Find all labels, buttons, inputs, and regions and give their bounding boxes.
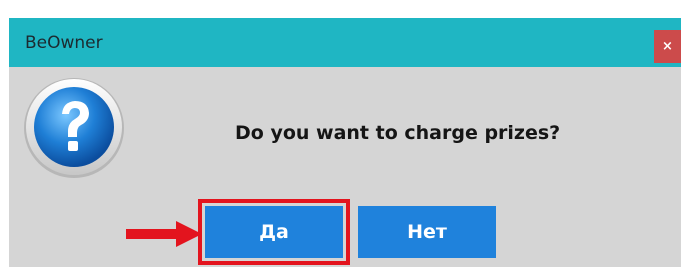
beowner-dialog: BeOwner × Do you want to charge prizes? … bbox=[9, 18, 681, 267]
highlight-box bbox=[198, 199, 350, 265]
title-bar[interactable]: BeOwner × bbox=[9, 18, 681, 67]
no-button[interactable]: Нет bbox=[358, 206, 496, 258]
window-title: BeOwner bbox=[25, 33, 103, 53]
question-icon bbox=[24, 78, 124, 178]
red-arrow-icon bbox=[126, 221, 202, 247]
close-button[interactable]: × bbox=[654, 30, 681, 63]
dialog-message: Do you want to charge prizes? bbox=[235, 122, 561, 144]
